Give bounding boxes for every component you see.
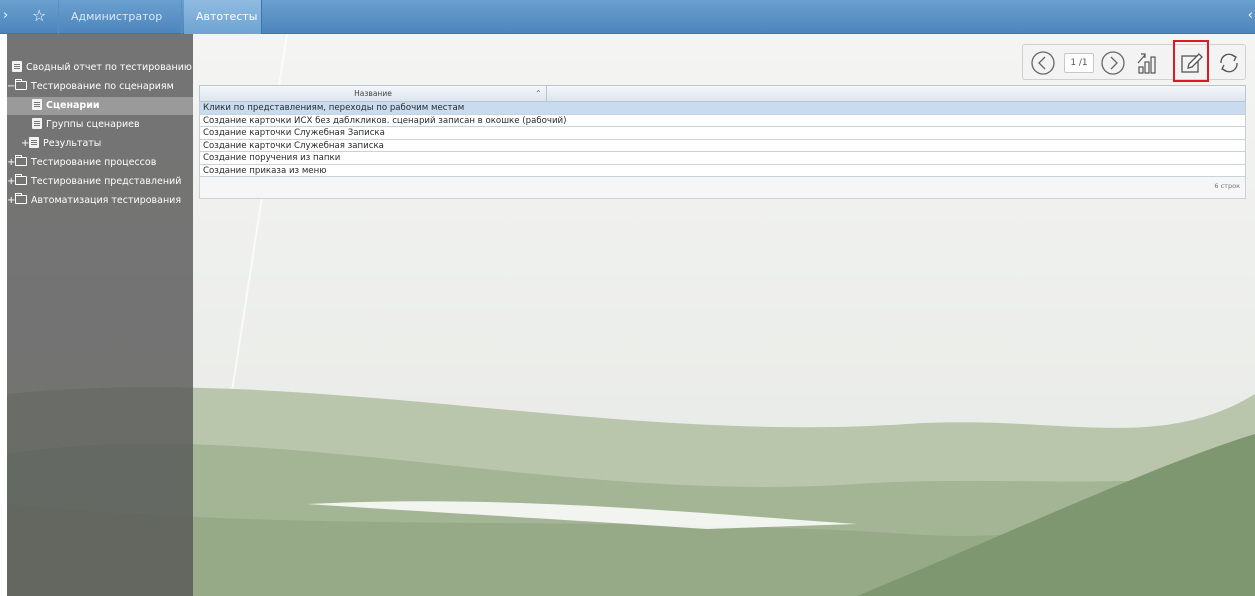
top-tab-bar: › ☆ Администратор Автотесты ‹ bbox=[0, 0, 1255, 34]
table-row[interactable]: Создание карточки Служебная Записка bbox=[199, 127, 1246, 140]
folder-icon bbox=[15, 155, 27, 166]
sidebar-item-test-automation[interactable]: + Автоматизация тестирования bbox=[7, 192, 181, 210]
folder-icon bbox=[15, 193, 27, 204]
sidebar-item-label: Тестирование процессов bbox=[31, 157, 157, 168]
grid-footer: 6 строк bbox=[199, 177, 1246, 199]
sidebar-item-label: Тестирование представлений bbox=[31, 176, 182, 187]
collapse-toggle[interactable]: − bbox=[7, 78, 15, 96]
prev-page-button[interactable] bbox=[1029, 49, 1057, 77]
sidebar-item-label: Сводный отчет по тестированию bbox=[26, 62, 192, 73]
sidebar-item-label: Результаты bbox=[43, 138, 102, 149]
grid-toolbar: 1 /1 bbox=[1022, 44, 1246, 80]
sidebar-item-results[interactable]: + Результаты bbox=[7, 135, 101, 153]
export-chart-button[interactable] bbox=[1133, 49, 1161, 77]
sidebar-item-label: Автоматизация тестирования bbox=[31, 195, 182, 206]
table-row[interactable]: Создание карточки ИСХ без даблкликов. сц… bbox=[199, 114, 1246, 127]
chevron-right-icon[interactable]: › bbox=[3, 8, 8, 23]
prev-page-icon bbox=[1031, 51, 1055, 75]
sidebar-item-view-testing[interactable]: + Тестирование представлений bbox=[7, 173, 181, 191]
document-icon bbox=[12, 61, 22, 72]
tab-autotests[interactable]: Автотесты bbox=[184, 0, 262, 34]
chart-export-icon bbox=[1137, 53, 1156, 74]
sidebar-item-summary-report[interactable]: Сводный отчет по тестированию bbox=[7, 59, 192, 77]
sidebar-item-scenario-groups[interactable]: Группы сценариев bbox=[7, 116, 140, 134]
navigation-sidebar: Сводный отчет по тестированию − Тестирова… bbox=[7, 34, 193, 596]
row-count: 6 строк bbox=[1214, 182, 1240, 190]
chevron-left-icon[interactable]: ‹ bbox=[1248, 8, 1253, 23]
column-header-name[interactable]: Название bbox=[200, 86, 547, 101]
table-row[interactable]: Создание карточки Служебная записка bbox=[199, 139, 1246, 152]
next-page-button[interactable] bbox=[1099, 49, 1127, 77]
expand-toggle[interactable]: + bbox=[7, 154, 15, 172]
page-indicator[interactable]: 1 /1 bbox=[1064, 53, 1094, 73]
sort-ascending-icon[interactable]: ⌃ bbox=[535, 86, 542, 101]
sidebar-item-label: Сценарии bbox=[46, 100, 100, 111]
expand-toggle[interactable]: + bbox=[7, 192, 15, 210]
document-icon bbox=[32, 99, 42, 110]
sidebar-item-process-testing[interactable]: + Тестирование процессов bbox=[7, 154, 156, 172]
document-icon bbox=[32, 118, 42, 129]
tab-administrator[interactable]: Администратор bbox=[58, 0, 182, 34]
scenarios-grid: Название ⌃ Клики по представлениям, пере… bbox=[199, 85, 1246, 199]
sidebar-item-scenario-testing[interactable]: − Тестирование по сценариям bbox=[7, 78, 174, 96]
folder-open-icon bbox=[15, 79, 27, 90]
table-row[interactable]: Создание приказа из меню bbox=[199, 164, 1246, 177]
table-row[interactable]: Создание поручения из папки bbox=[199, 152, 1246, 165]
folder-icon bbox=[15, 174, 27, 185]
edit-button-highlight bbox=[1173, 40, 1209, 82]
refresh-button[interactable] bbox=[1215, 49, 1243, 77]
document-icon bbox=[29, 137, 39, 148]
next-page-icon bbox=[1101, 51, 1125, 75]
expand-toggle[interactable]: + bbox=[7, 173, 15, 191]
app-window: › ☆ Администратор Автотесты ‹ Сводный от… bbox=[0, 0, 1255, 596]
refresh-icon bbox=[1220, 53, 1238, 73]
sidebar-item-label: Группы сценариев bbox=[46, 119, 140, 130]
grid-header: Название ⌃ bbox=[199, 85, 1246, 102]
expand-toggle[interactable]: + bbox=[21, 135, 29, 153]
star-icon[interactable]: ☆ bbox=[32, 6, 46, 25]
sidebar-item-label: Тестирование по сценариям bbox=[31, 81, 174, 92]
table-row[interactable]: Клики по представлениям, переходы по раб… bbox=[199, 102, 1246, 115]
sidebar-item-scenarios[interactable]: Сценарии bbox=[7, 97, 193, 115]
